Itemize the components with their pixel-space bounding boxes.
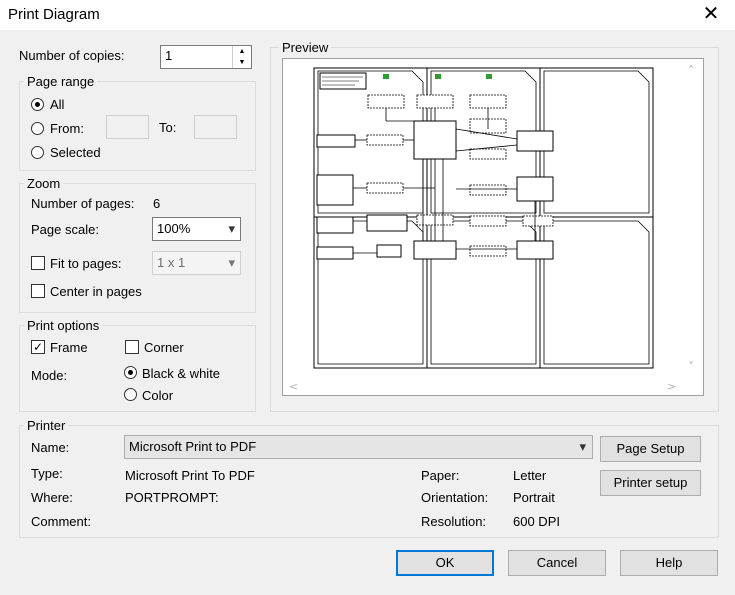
bw-label: Black & white	[142, 366, 221, 381]
center-in-pages-label: Center in pages	[50, 284, 142, 299]
fit-to-pages-label: Fit to pages:	[50, 256, 122, 271]
check-icon: ✓	[32, 340, 44, 354]
cancel-button[interactable]: Cancel	[508, 550, 606, 576]
printer-type-value: Microsoft Print To PDF	[125, 468, 255, 483]
page-range-label: Page range	[24, 74, 98, 89]
bw-radio[interactable]	[124, 366, 137, 379]
help-button[interactable]: Help	[620, 550, 718, 576]
copies-spinner[interactable]: ▲ ▼	[232, 46, 251, 68]
chevron-down-icon: ▾	[228, 221, 235, 236]
copies-value: 1	[165, 48, 173, 63]
printer-label: Printer	[24, 418, 69, 433]
spin-up-icon[interactable]: ▲	[233, 46, 251, 57]
range-from-radio[interactable]	[31, 122, 44, 135]
color-radio[interactable]	[124, 388, 137, 401]
color-label: Color	[142, 388, 174, 403]
chevron-down-icon: ▾	[579, 439, 586, 454]
num-pages-value: 6	[153, 196, 161, 211]
window-title: Print Diagram	[8, 6, 100, 23]
printer-name-label: Name:	[31, 440, 70, 455]
resolution-value: 600 DPI	[513, 514, 560, 529]
printer-comment-label: Comment:	[31, 514, 91, 529]
range-all-radio[interactable]	[31, 98, 44, 111]
paper-label: Paper:	[421, 468, 460, 483]
frame-checkbox[interactable]: ✓	[31, 340, 45, 354]
page-setup-button[interactable]: Page Setup	[600, 436, 701, 462]
page-scale-value: 100%	[157, 221, 191, 236]
range-to-input[interactable]	[194, 115, 237, 139]
ok-button[interactable]: OK	[396, 550, 494, 576]
printer-setup-button[interactable]: Printer setup	[600, 470, 701, 496]
preview-area[interactable]: ˄ ˅ < >	[282, 58, 704, 396]
fit-to-pages-checkbox[interactable]	[31, 256, 45, 270]
paper-value: Letter	[513, 468, 547, 483]
center-in-pages-checkbox[interactable]	[31, 284, 45, 298]
frame-label: Frame	[50, 340, 88, 355]
resolution-label: Resolution:	[421, 514, 487, 529]
range-all-label: All	[50, 97, 65, 112]
title-bar	[0, 0, 735, 30]
orientation-label: Orientation:	[421, 490, 489, 505]
printer-where-value: PORTPROMPT:	[125, 490, 219, 505]
diagram-preview: ˄ ˅ < >	[289, 64, 694, 393]
page-scale-label: Page scale:	[31, 222, 99, 237]
scroll-down-icon[interactable]: ˅	[688, 360, 694, 374]
close-icon[interactable]: ✕	[698, 2, 724, 26]
printer-name-select[interactable]: Microsoft Print to PDF ▾	[124, 435, 593, 459]
num-pages-label: Number of pages:	[31, 196, 135, 211]
range-to-label: To:	[159, 120, 177, 135]
preview-label: Preview	[279, 40, 332, 55]
printer-name-value: Microsoft Print to PDF	[129, 439, 257, 454]
printer-where-label: Where:	[31, 490, 73, 505]
fit-to-pages-select[interactable]: 1 x 1 ▾	[152, 251, 241, 275]
zoom-label: Zoom	[24, 176, 64, 191]
corner-label: Corner	[144, 340, 184, 355]
mode-label: Mode:	[31, 368, 68, 383]
corner-checkbox[interactable]	[125, 340, 139, 354]
spin-down-icon[interactable]: ▼	[233, 57, 251, 68]
copies-label: Number of copies:	[19, 48, 125, 63]
scroll-right-icon[interactable]: >	[667, 380, 676, 393]
range-from-input[interactable]	[106, 115, 149, 139]
scroll-up-icon[interactable]: ˄	[688, 64, 694, 78]
orientation-value: Portrait	[513, 490, 555, 505]
scroll-left-icon[interactable]: <	[289, 380, 298, 393]
page-scale-select[interactable]: 100% ▾	[152, 217, 241, 241]
printer-type-label: Type:	[31, 466, 63, 481]
print-options-label: Print options	[24, 318, 103, 333]
fit-to-pages-value: 1 x 1	[157, 255, 186, 270]
range-from-label: From:	[50, 121, 84, 136]
range-selected-radio[interactable]	[31, 146, 44, 159]
range-selected-label: Selected	[50, 145, 101, 160]
chevron-down-icon: ▾	[228, 255, 235, 270]
